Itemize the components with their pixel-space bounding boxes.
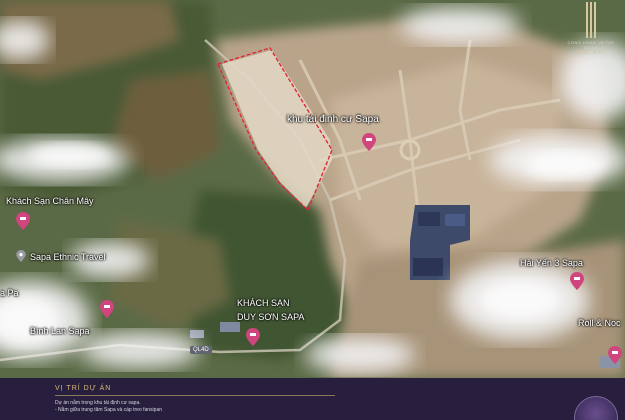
project-location-footer: VỊ TRÍ DỰ ÁN Dự án nằm trong khu tái địn… [0, 378, 625, 420]
footer-divider [55, 395, 335, 396]
duy-son-label-line1[interactable]: KHÁCH SẠN [237, 298, 290, 308]
brand-subtitle: CONG HOAN VA TAP DOAN [567, 40, 615, 50]
chan-may-label[interactable]: Khách Sạn Chân Mây [6, 196, 94, 206]
binh-lan-label[interactable]: Bình Lan Sapa [30, 326, 90, 336]
brand-logo: CONG HOAN VA TAP DOAN MAY BAC [560, 2, 622, 56]
brand-name: MAY BAC [575, 50, 607, 56]
sapa-edge-label[interactable]: a Pa [0, 288, 19, 298]
brand-logo-icon [584, 2, 598, 38]
roll-label[interactable]: Roll & Noc [578, 318, 621, 328]
footer-line-2: - Nằm giữa trung tâm Sapa và cáp treo fa… [55, 407, 163, 413]
footer-title: VỊ TRÍ DỰ ÁN [55, 385, 112, 392]
road-shield: QL4D [190, 346, 212, 354]
hotel-pin-icon[interactable] [16, 212, 30, 230]
ethnic-travel-label[interactable]: Sapa Ethnic Travel [30, 252, 106, 262]
site-label[interactable]: khu tái định cư Sapa [287, 114, 379, 125]
hotel-pin-icon[interactable] [608, 346, 622, 364]
place-pin-icon[interactable] [16, 250, 26, 262]
hotel-pin-icon[interactable] [246, 328, 260, 346]
map-viewport[interactable]: CONG HOAN VA TAP DOAN MAY BAC khu tái đị… [0, 0, 625, 420]
satellite-map[interactable] [0, 0, 625, 378]
hotel-pin-icon[interactable] [362, 133, 376, 151]
hai-yen-label[interactable]: Hải Yến 3 Sapa [520, 258, 583, 268]
hotel-pin-icon[interactable] [100, 300, 114, 318]
footer-line-1: Dự án nằm trong khu tái định cư sapa. [55, 400, 141, 406]
hotel-pin-icon[interactable] [570, 272, 584, 290]
duy-son-label-line2[interactable]: DUY SƠN SAPA [237, 312, 304, 322]
